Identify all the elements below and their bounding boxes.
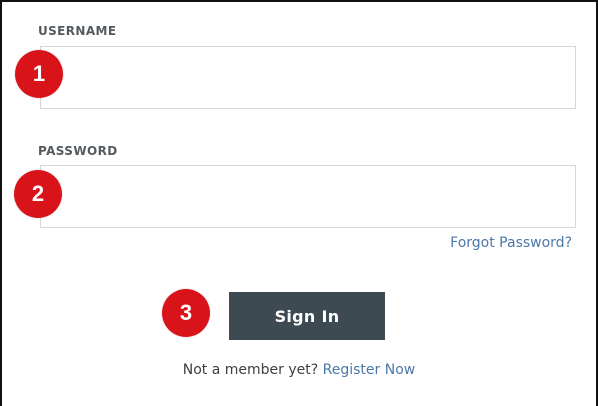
username-input[interactable] [40, 46, 576, 109]
sign-in-button[interactable]: Sign In [229, 292, 385, 340]
register-prompt: Not a member yet? Register Now [2, 362, 596, 378]
register-prompt-text: Not a member yet? [182, 362, 323, 378]
register-now-link[interactable]: Register Now [323, 362, 416, 378]
step-badge-1: 1 [15, 50, 63, 98]
password-input[interactable] [40, 165, 576, 228]
step-badge-2: 2 [14, 170, 62, 218]
username-label: USERNAME [38, 24, 117, 38]
password-label: PASSWORD [38, 144, 118, 158]
login-form: USERNAME PASSWORD Forgot Password? Sign … [0, 0, 598, 406]
step-badge-3: 3 [162, 289, 210, 337]
forgot-password-link[interactable]: Forgot Password? [450, 235, 572, 251]
